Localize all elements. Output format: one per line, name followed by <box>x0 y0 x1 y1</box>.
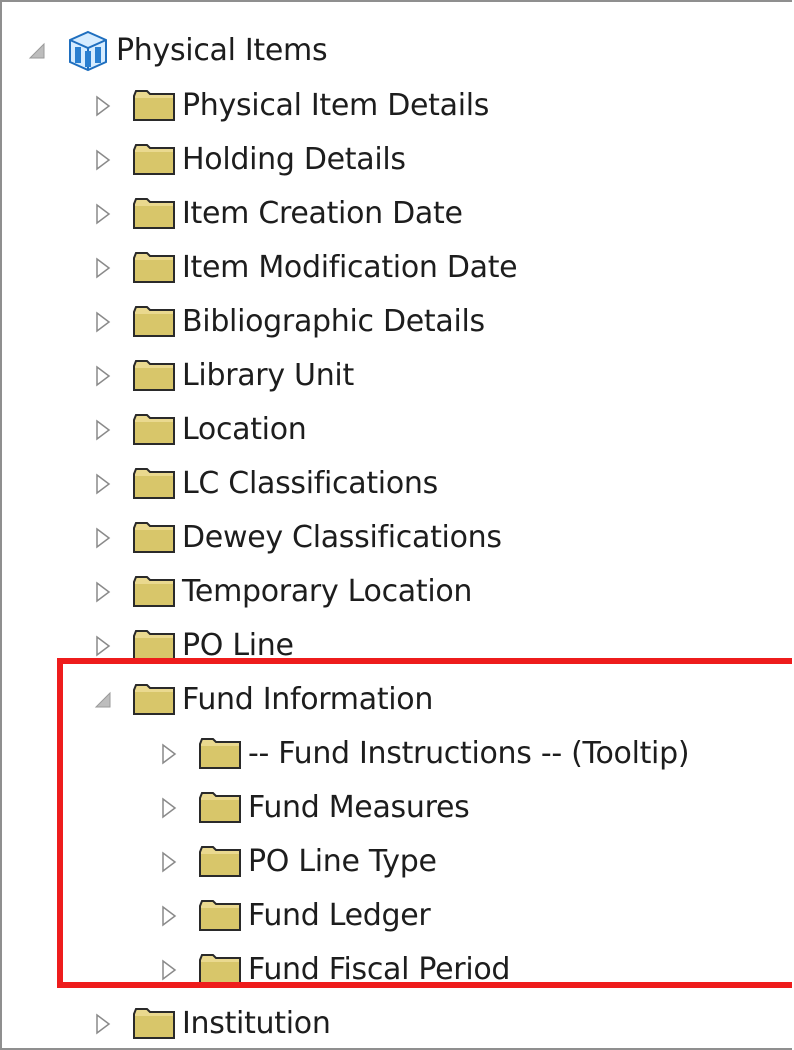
folder-icon <box>132 467 176 501</box>
tree-node-fund-ledger[interactable]: Fund Ledger <box>154 889 431 943</box>
tree-node-item-creation-date[interactable]: Item Creation Date <box>88 187 463 241</box>
folder-icon <box>132 143 176 177</box>
tree-node-physical-item-details[interactable]: Physical Item Details <box>88 79 489 133</box>
tree-node-item-modification-date[interactable]: Item Modification Date <box>88 241 518 295</box>
tree-node-institution[interactable]: Institution <box>88 997 331 1048</box>
folder-icon <box>132 89 176 123</box>
tree-node-label: -- Fund Instructions -- (Tooltip) <box>248 736 690 771</box>
expand-triangle-icon[interactable] <box>154 901 184 931</box>
tree-node-po-line-type[interactable]: PO Line Type <box>154 835 437 889</box>
tree-node-po-line[interactable]: PO Line <box>88 619 294 673</box>
tree-node-label: Fund Fiscal Period <box>248 952 511 987</box>
tree-node-label: Item Modification Date <box>182 250 518 285</box>
tree-node-label: Dewey Classifications <box>182 520 502 555</box>
folder-icon <box>132 683 176 717</box>
tree-node-label: Physical Item Details <box>182 88 490 123</box>
expand-triangle-icon[interactable] <box>88 523 118 553</box>
collapse-triangle-icon[interactable] <box>22 36 52 66</box>
expand-triangle-icon[interactable] <box>154 793 184 823</box>
tree-node-library-unit[interactable]: Library Unit <box>88 349 354 403</box>
tree-node-fund-fiscal-period[interactable]: Fund Fiscal Period <box>154 943 510 997</box>
tree-node-bibliographic-details[interactable]: Bibliographic Details <box>88 295 485 349</box>
folder-icon <box>132 305 176 339</box>
folder-icon <box>198 845 242 879</box>
tree-node-fund-instructions[interactable]: -- Fund Instructions -- (Tooltip) <box>154 727 690 781</box>
folder-icon <box>132 521 176 555</box>
tree-node-fund-information[interactable]: Fund Information <box>88 673 433 727</box>
folder-icon <box>132 251 176 285</box>
folder-icon <box>198 737 242 771</box>
tree-node-dewey-classifications[interactable]: Dewey Classifications <box>88 511 502 565</box>
folder-icon <box>132 197 176 231</box>
tree-node-label: Institution <box>182 1006 331 1041</box>
tree-node-label: PO Line <box>182 628 294 663</box>
tree-node-label: Temporary Location <box>182 574 473 609</box>
tree-node-label: Library Unit <box>182 358 354 393</box>
folder-icon <box>132 413 176 447</box>
collapse-triangle-icon[interactable] <box>88 685 118 715</box>
folder-icon <box>198 953 242 987</box>
expand-triangle-icon[interactable] <box>88 1009 118 1039</box>
folder-icon <box>132 575 176 609</box>
tree-node-lc-classifications[interactable]: LC Classifications <box>88 457 438 511</box>
expand-triangle-icon[interactable] <box>88 91 118 121</box>
tree-node-holding-details[interactable]: Holding Details <box>88 133 406 187</box>
folder-icon <box>132 629 176 663</box>
tree-node-label: Fund Ledger <box>248 898 431 933</box>
expand-triangle-icon[interactable] <box>88 307 118 337</box>
folder-icon <box>198 899 242 933</box>
expand-triangle-icon[interactable] <box>88 415 118 445</box>
tree-node-location[interactable]: Location <box>88 403 307 457</box>
tree-node-temporary-location[interactable]: Temporary Location <box>88 565 472 619</box>
expand-triangle-icon[interactable] <box>88 145 118 175</box>
tree-node-label: Physical Items <box>116 33 328 68</box>
expand-triangle-icon[interactable] <box>88 469 118 499</box>
tree-node-label: Fund Measures <box>248 790 470 825</box>
tree-node-fund-measures[interactable]: Fund Measures <box>154 781 470 835</box>
tree-node-label: Bibliographic Details <box>182 304 485 339</box>
expand-triangle-icon[interactable] <box>154 955 184 985</box>
tree-node-label: Fund Information <box>182 682 434 717</box>
expand-triangle-icon[interactable] <box>88 631 118 661</box>
folder-icon <box>132 359 176 393</box>
expand-triangle-icon[interactable] <box>88 253 118 283</box>
expand-triangle-icon[interactable] <box>154 847 184 877</box>
tree-node-label: Location <box>182 412 307 447</box>
tree-node-physical-items[interactable]: Physical Items <box>22 24 328 78</box>
tree-node-label: LC Classifications <box>182 466 438 501</box>
tree-node-label: PO Line Type <box>248 844 437 879</box>
folder-icon <box>132 1007 176 1041</box>
folder-icon <box>198 791 242 825</box>
subject-area-tree-panel: Physical Items Physical Item Details Hol… <box>0 0 792 1050</box>
expand-triangle-icon[interactable] <box>88 577 118 607</box>
expand-triangle-icon[interactable] <box>154 739 184 769</box>
tree-node-label: Item Creation Date <box>182 196 463 231</box>
expand-triangle-icon[interactable] <box>88 199 118 229</box>
expand-triangle-icon[interactable] <box>88 361 118 391</box>
tree-node-label: Holding Details <box>182 142 406 177</box>
subject-area-cube-icon <box>66 29 110 73</box>
